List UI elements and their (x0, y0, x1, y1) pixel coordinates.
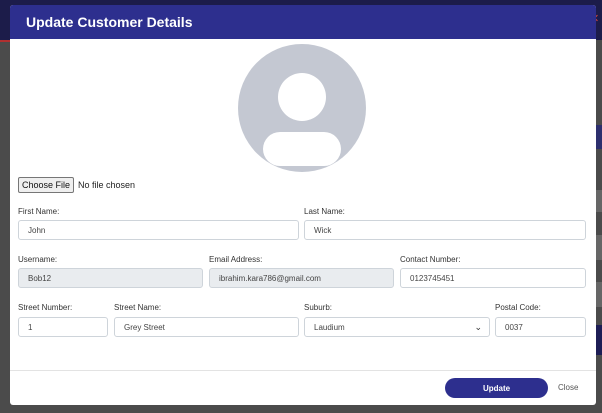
email-label: Email Address: (209, 255, 263, 264)
street-number-value: 1 (28, 322, 33, 332)
last-name-input[interactable]: Wick (304, 220, 586, 240)
suburb-select[interactable]: Laudium ⌄ (304, 317, 490, 337)
choose-file-button[interactable]: Choose File (18, 177, 75, 193)
first-name-label: First Name: (18, 207, 60, 216)
update-customer-modal: Update Customer Details Choose File No f… (10, 5, 596, 405)
username-label: Username: (18, 255, 58, 264)
postal-code-value: 0037 (505, 322, 523, 332)
file-status: No file chosen (78, 180, 136, 190)
chevron-down-icon: ⌄ (474, 322, 482, 332)
first-name-value: John (28, 225, 46, 235)
modal-title: Update Customer Details (26, 14, 193, 30)
street-number-label: Street Number: (18, 303, 73, 312)
contact-number-label: Contact Number: (400, 255, 461, 264)
last-name-label: Last Name: (304, 207, 345, 216)
suburb-value: Laudium (314, 322, 345, 332)
postal-code-input[interactable]: 0037 (495, 317, 586, 337)
suburb-label: Suburb: (304, 303, 333, 312)
username-input[interactable]: Bob12 (18, 268, 203, 288)
contact-number-input[interactable]: 0123745451 (400, 268, 586, 288)
postal-code-label: Postal Code: (495, 303, 541, 312)
file-upload: Choose File No file chosen (18, 177, 135, 193)
footer-divider (10, 370, 596, 371)
update-button[interactable]: Update (445, 378, 548, 398)
email-input[interactable]: ibrahim.kara786@gmail.com (209, 268, 394, 288)
close-button[interactable]: Close (558, 383, 578, 392)
avatar-placeholder-icon (238, 44, 366, 172)
street-name-input[interactable]: Grey Street (114, 317, 299, 337)
street-name-value: Grey Street (124, 322, 165, 332)
first-name-input[interactable]: John (18, 220, 299, 240)
modal-header: Update Customer Details (10, 5, 596, 39)
username-value: Bob12 (28, 273, 52, 283)
street-number-input[interactable]: 1 (18, 317, 108, 337)
street-name-label: Street Name: (114, 303, 162, 312)
contact-number-value: 0123745451 (410, 273, 455, 283)
email-value: ibrahim.kara786@gmail.com (219, 273, 321, 283)
last-name-value: Wick (314, 225, 332, 235)
